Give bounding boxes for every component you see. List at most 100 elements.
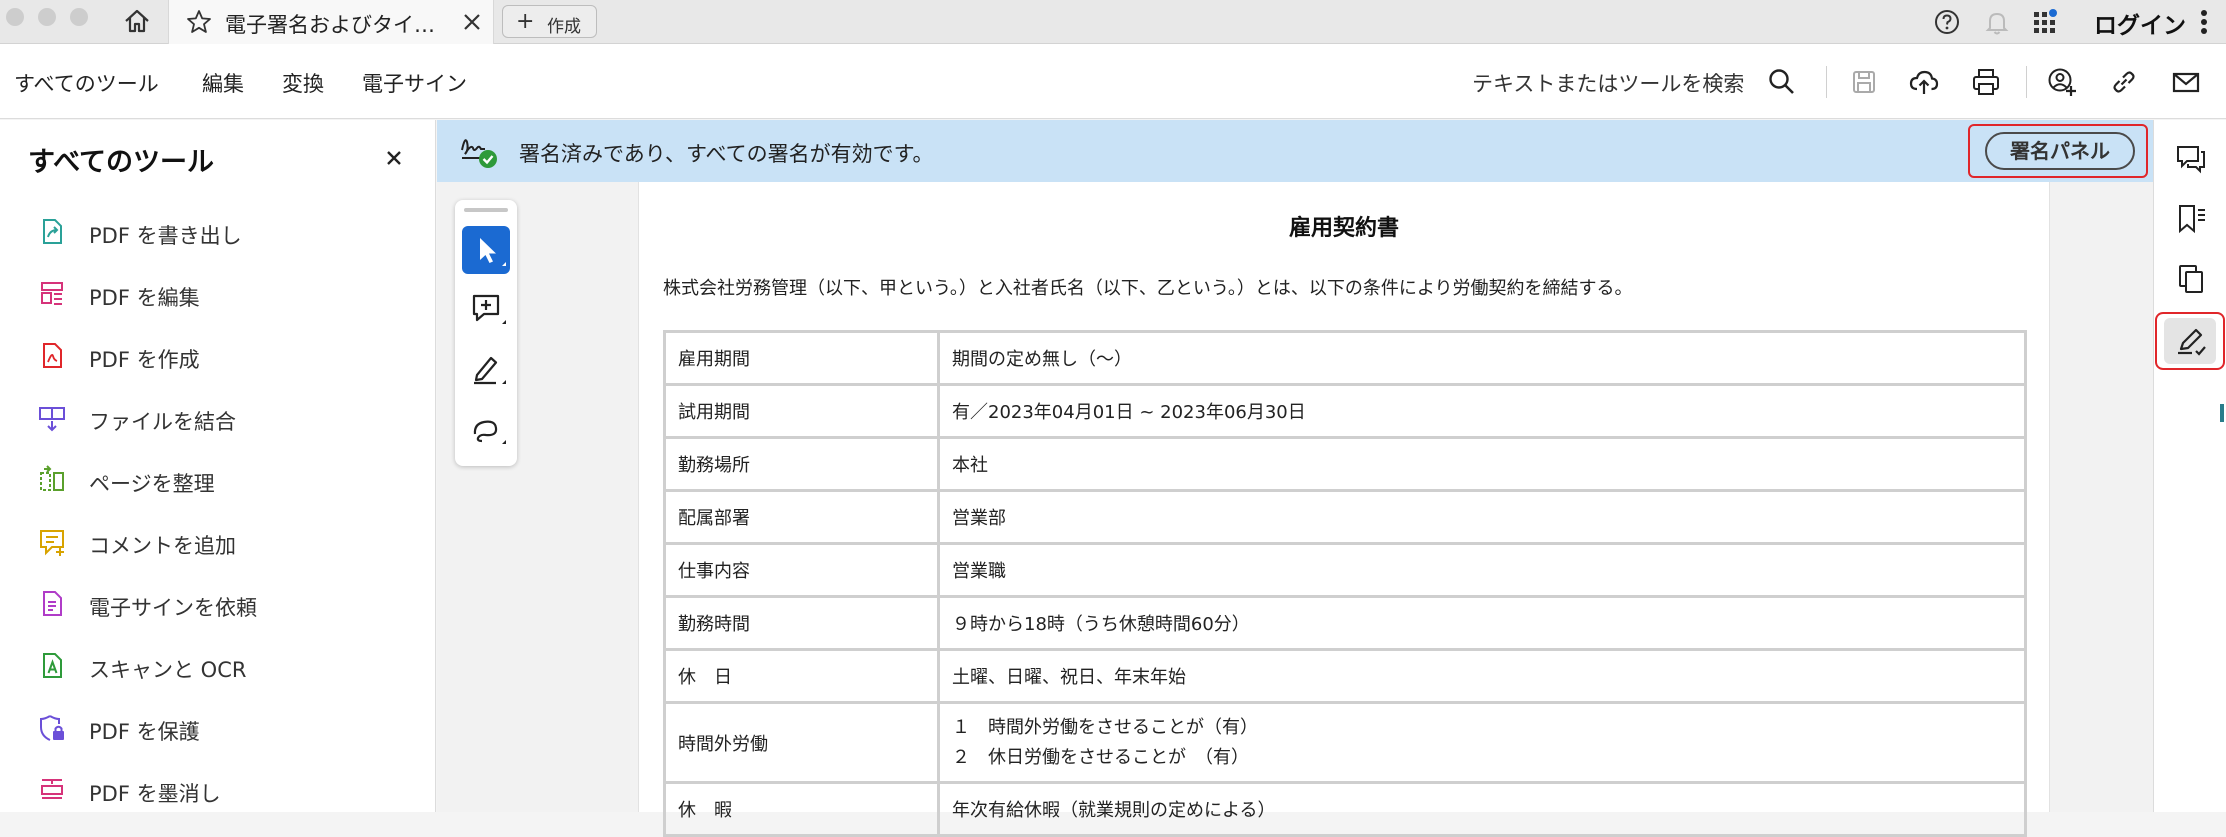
highlight-tool-button[interactable] — [462, 344, 510, 392]
tool-label: ファイルを結合 — [89, 410, 236, 434]
table-row: 時間外労働 １ 時間外労働をさせることが（有） ２ 休日労働をさせることが （有… — [663, 701, 2027, 784]
row-value: 営業職 — [937, 542, 2027, 598]
tool-label: ページを整理 — [89, 472, 215, 496]
tool-request-esign[interactable]: 電子サインを依頼 — [36, 584, 416, 624]
star-icon[interactable] — [185, 8, 213, 36]
tool-label: PDF を作成 — [89, 348, 200, 372]
draw-tool-button[interactable] — [462, 404, 510, 452]
tool-label: PDF を保護 — [89, 720, 200, 744]
menu-edit[interactable]: 編集 — [202, 68, 244, 98]
signature-panel-button[interactable]: 署名パネル — [1985, 132, 2135, 170]
menu-bar: すべてのツール 編集 変換 電子サイン テキストまたはツールを検索 — [0, 44, 2226, 123]
window-minimize-button[interactable] — [38, 8, 56, 26]
sign-pen-icon[interactable] — [2174, 324, 2208, 358]
scan-ocr-icon — [36, 650, 68, 682]
select-tool-button[interactable] — [462, 226, 510, 274]
print-icon[interactable] — [1970, 66, 2002, 98]
toolbar-divider — [2026, 66, 2027, 98]
tool-label: PDF を書き出し — [89, 224, 242, 248]
bookmarks-icon[interactable] — [2174, 202, 2208, 236]
share-with-people-icon[interactable] — [2046, 66, 2078, 98]
tool-edit-pdf[interactable]: PDF を編集 — [36, 274, 416, 314]
title-bar: 電子署名およびタイ… + 作成 ログイン — [0, 0, 2226, 44]
menu-e-sign[interactable]: 電子サイン — [362, 68, 467, 98]
all-tools-panel: すべてのツール PDF を書き出し PDF を編集 PDF を作成 ファイルを結… — [0, 120, 436, 812]
row-value: 土曜、日曜、祝日、年末年始 — [937, 648, 2027, 704]
table-row: 配属部署 営業部 — [663, 489, 2027, 545]
window-zoom-button[interactable] — [70, 8, 88, 26]
row-value: １ 時間外労働をさせることが（有） ２ 休日労働をさせることが （有） — [937, 701, 2027, 784]
pen-icon — [474, 356, 506, 385]
row-value: 期間の定め無し（〜） — [937, 330, 2027, 386]
window-close-button[interactable] — [6, 8, 24, 26]
row-value: 有／2023年04月01日 ~ 2023年06月30日 — [937, 383, 2027, 439]
overtime-line-1: １ 時間外労働をさせることが（有） — [952, 716, 1258, 738]
email-icon[interactable] — [2170, 66, 2202, 98]
tool-create-pdf[interactable]: PDF を作成 — [36, 336, 416, 376]
document-tab[interactable]: 電子署名およびタイ… — [168, 0, 494, 44]
protect-pdf-icon — [36, 712, 68, 744]
add-comment-icon — [36, 526, 68, 558]
freehand-draw-icon — [473, 420, 506, 444]
apps-grid-icon[interactable] — [2030, 7, 2060, 37]
save-icon[interactable] — [1848, 66, 1880, 98]
row-label: 時間外労働 — [663, 701, 940, 784]
export-pdf-icon — [36, 216, 68, 248]
row-label: 休 日 — [663, 648, 940, 704]
tool-label: 電子サインを依頼 — [89, 596, 257, 620]
help-icon[interactable] — [1932, 7, 1962, 37]
quick-tools-toolbar — [455, 200, 517, 466]
signature-valid-icon — [459, 132, 499, 170]
comments-icon[interactable] — [2174, 142, 2208, 176]
menu-convert[interactable]: 変換 — [282, 68, 324, 98]
notification-bell-icon[interactable] — [1982, 7, 2012, 37]
search-icon[interactable] — [1766, 66, 1798, 98]
panel-title: すべてのツール — [28, 147, 215, 178]
table-row: 仕事内容 営業職 — [663, 542, 2027, 598]
cursor-arrow-icon — [480, 238, 506, 266]
tool-redact-pdf[interactable]: PDF を墨消し — [36, 770, 416, 810]
row-label: 雇用期間 — [663, 330, 940, 386]
plus-icon: + — [516, 9, 535, 34]
pages-icon[interactable] — [2174, 262, 2208, 296]
tool-protect-pdf[interactable]: PDF を保護 — [36, 708, 416, 748]
cloud-upload-icon[interactable] — [1908, 66, 1940, 98]
tool-label: スキャンと OCR — [89, 658, 247, 682]
row-value: 営業部 — [937, 489, 2027, 545]
close-icon[interactable] — [382, 146, 406, 170]
tool-add-comment[interactable]: コメントを追加 — [36, 522, 416, 562]
tool-organize-pages[interactable]: ページを整理 — [36, 460, 416, 500]
tool-label: PDF を墨消し — [89, 782, 221, 806]
comment-plus-icon — [472, 294, 506, 324]
new-tab-button[interactable]: + 作成 — [502, 5, 597, 38]
tool-combine-files[interactable]: ファイルを結合 — [36, 398, 416, 438]
tool-scan-ocr[interactable]: スキャンと OCR — [36, 646, 416, 686]
drag-handle[interactable] — [464, 208, 508, 212]
home-icon[interactable] — [122, 6, 152, 36]
table-row: 勤務場所 本社 — [663, 436, 2027, 492]
close-icon[interactable] — [459, 9, 485, 35]
contract-table: 雇用期間 期間の定め無し（〜） 試用期間 有／2023年04月01日 ~ 2023年… — [663, 330, 2027, 837]
toolbar-divider — [1826, 66, 1827, 98]
row-label: 仕事内容 — [663, 542, 940, 598]
login-button[interactable]: ログイン — [2094, 6, 2186, 40]
document-intro: 株式会社労務管理（以下、甲という。）と入社者氏名（以下、乙という。）とは、以下の… — [663, 278, 1633, 299]
right-rail — [2153, 120, 2226, 812]
add-comment-tool-button[interactable] — [462, 284, 510, 332]
signature-status-message: 署名済みであり、すべての署名が有効です。 — [519, 142, 934, 166]
create-pdf-icon — [36, 340, 68, 372]
menu-all-tools[interactable]: すべてのツール — [14, 68, 159, 123]
document-title: 雇用契約書 — [1288, 216, 1399, 241]
table-row: 勤務時間 ９時から18時（うち休憩時間60分） — [663, 595, 2027, 651]
pdf-page: 雇用契約書 株式会社労務管理（以下、甲という。）と入社者氏名（以下、乙という。）… — [638, 182, 2050, 837]
organize-pages-icon — [36, 464, 68, 496]
table-row: 雇用期間 期間の定め無し（〜） — [663, 330, 2027, 386]
tool-export-pdf[interactable]: PDF を書き出し — [36, 212, 416, 252]
edit-pdf-icon — [36, 278, 68, 310]
search-tools-label[interactable]: テキストまたはツールを検索 — [1472, 68, 1744, 98]
row-value: 本社 — [937, 436, 2027, 492]
more-options-icon[interactable] — [2196, 6, 2212, 38]
table-row: 休 日土曜、日曜、祝日、年末年始 — [663, 648, 2027, 704]
tab-title: 電子署名およびタイ… — [225, 13, 435, 37]
link-icon[interactable] — [2108, 66, 2140, 98]
